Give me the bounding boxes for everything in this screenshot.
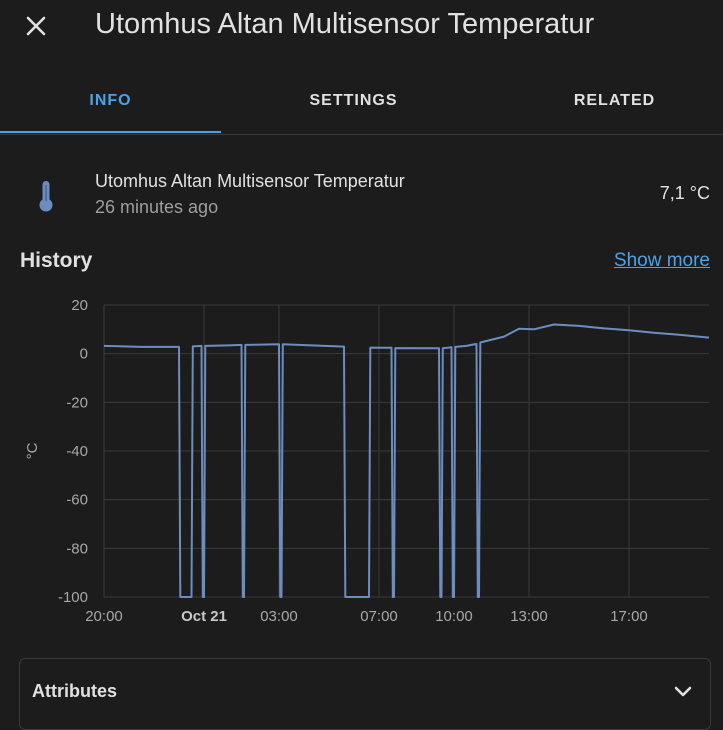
x-tick-label: 03:00 [260, 608, 298, 625]
attributes-expander[interactable]: Attributes [19, 658, 711, 730]
y-tick-label: -20 [66, 394, 88, 411]
history-title: History [20, 249, 93, 272]
x-tick-label: 07:00 [360, 608, 398, 625]
y-tick-label: 20 [71, 297, 88, 314]
temperature-series-line [103, 323, 710, 598]
x-tick-label: 13:00 [510, 608, 548, 625]
y-tick-label: -80 [66, 540, 88, 557]
tab-bar: INFO SETTINGS RELATED [0, 70, 723, 135]
tab-info[interactable]: INFO [0, 70, 221, 132]
y-tick-label: 0 [80, 346, 88, 363]
tab-related[interactable]: RELATED [504, 70, 723, 132]
y-axis-label: °C [24, 442, 41, 459]
dialog-header: Utomhus Altan Multisensor Temperatur [0, 0, 723, 60]
entity-row[interactable]: Utomhus Altan Multisensor Temperatur 26 … [0, 160, 723, 230]
close-button[interactable] [20, 10, 52, 42]
close-icon [26, 16, 46, 36]
attributes-label: Attributes [32, 681, 117, 701]
entity-last-changed: 26 minutes ago [95, 197, 219, 217]
dialog-title: Utomhus Altan Multisensor Temperatur [95, 8, 595, 40]
x-tick-label: Oct 21 [181, 608, 227, 625]
x-tick-label: 20:00 [85, 608, 123, 625]
tab-settings[interactable]: SETTINGS [243, 70, 464, 132]
x-tick-label: 17:00 [610, 608, 648, 625]
history-chart[interactable]: 20 0 -20 -40 -60 -80 -100 20:00 Oct 21 03:00 07:00… [0, 290, 723, 635]
x-tick-label: 10:00 [435, 608, 473, 625]
chevron-down-icon [674, 686, 692, 697]
y-tick-label: -100 [58, 589, 88, 606]
active-tab-indicator [0, 131, 221, 133]
y-tick-label: -60 [66, 492, 88, 509]
entity-state-value: 7,1 °C [659, 183, 710, 203]
y-tick-label: -40 [66, 443, 88, 460]
show-more-link[interactable]: Show more [614, 250, 710, 272]
entity-name: Utomhus Altan Multisensor Temperatur [95, 171, 405, 191]
thermometer-icon [39, 181, 53, 212]
